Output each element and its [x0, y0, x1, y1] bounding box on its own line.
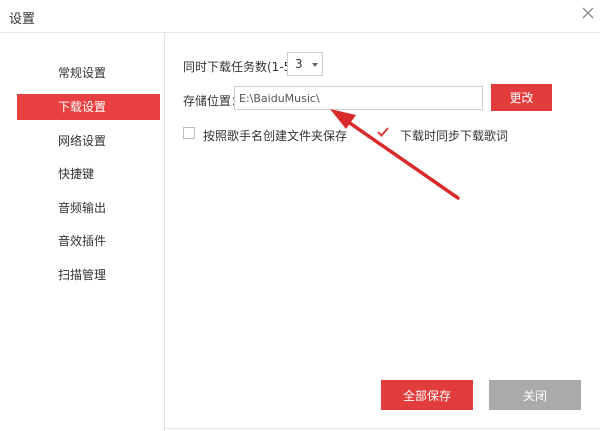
sidebar-item-audio-output[interactable]: 音频输出	[17, 195, 160, 221]
folder-by-artist-checkbox[interactable]	[183, 127, 195, 139]
tasks-select[interactable]: 3	[287, 52, 323, 76]
annotation-arrow-icon	[330, 109, 460, 200]
title-bar: 设置	[0, 0, 600, 33]
sidebar-item-download[interactable]: 下载设置	[17, 94, 160, 120]
bottom-divider	[165, 428, 600, 429]
close-icon[interactable]	[582, 7, 594, 19]
change-path-button[interactable]: 更改	[491, 84, 552, 111]
sidebar-item-audio-plugins[interactable]: 音效插件	[17, 228, 160, 254]
sidebar-item-hotkeys[interactable]: 快捷键	[17, 161, 160, 187]
folder-by-artist-label: 按照歌手名创建文件夹保存	[203, 129, 348, 143]
settings-sidebar: 常规设置 下载设置 网络设置 快捷键 音频输出 音效插件 扫描管理	[0, 33, 165, 431]
sidebar-item-general[interactable]: 常规设置	[17, 60, 160, 86]
close-dialog-button[interactable]: 关闭	[489, 380, 581, 410]
sidebar-item-scan[interactable]: 扫描管理	[17, 262, 160, 288]
save-all-button[interactable]: 全部保存	[381, 380, 473, 410]
close-button[interactable]	[578, 3, 598, 23]
path-input[interactable]	[234, 86, 483, 110]
tasks-value: 3	[295, 57, 303, 71]
tasks-label: 同时下载任务数(1-5)	[183, 60, 296, 74]
chevron-down-icon	[312, 63, 318, 67]
window-title: 设置	[9, 12, 36, 27]
sidebar-item-network[interactable]: 网络设置	[17, 128, 160, 154]
lyrics-sync-label: 下载时同步下载歌词	[400, 129, 509, 143]
checkmark-icon[interactable]	[376, 125, 390, 139]
